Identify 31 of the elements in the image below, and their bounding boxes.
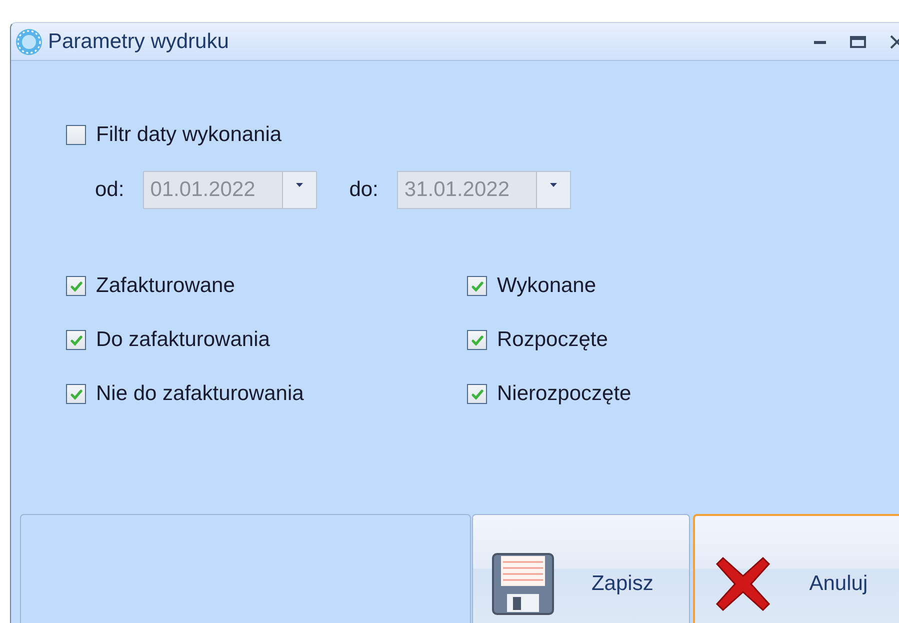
checkbox[interactable] <box>66 330 86 350</box>
checkmark-icon <box>470 280 484 292</box>
cancel-button[interactable]: Anuluj <box>693 514 899 623</box>
checkbox-label: Nierozpoczęte <box>497 382 632 406</box>
window-title: Parametry wydruku <box>48 30 230 54</box>
to-label: do: <box>349 178 378 202</box>
checkbox-label: Rozpoczęte <box>497 328 608 352</box>
checkbox[interactable] <box>66 384 86 404</box>
from-label: od: <box>95 178 124 202</box>
checkbox[interactable] <box>467 384 487 404</box>
caret-icon <box>296 183 304 187</box>
checkbox[interactable] <box>66 276 86 296</box>
maximize-icon[interactable] <box>850 36 866 48</box>
checkmark-icon <box>70 388 82 400</box>
caret-icon <box>550 183 558 187</box>
checkmark-icon <box>470 388 484 400</box>
checkbox[interactable] <box>467 276 487 296</box>
checkmark-icon <box>70 334 82 346</box>
save-button[interactable]: Zapisz <box>472 514 690 623</box>
checkmark-icon <box>70 280 82 292</box>
checkbox-label: Filtr daty wykonania <box>96 123 282 147</box>
app-icon <box>14 26 44 56</box>
checkbox[interactable] <box>467 330 487 350</box>
minimize-icon[interactable] <box>814 40 826 44</box>
date-value: 31.01.2022 <box>403 177 511 203</box>
checkbox-label: Zafakturowane <box>96 274 235 298</box>
checkbox-label: Nie do zafakturowania <box>96 382 304 406</box>
checkmark-icon <box>470 334 484 346</box>
date-value: 01.01.2022 <box>149 177 256 203</box>
checkbox-label: Wykonane <box>497 274 596 298</box>
checkbox-label: Do zafakturowania <box>96 328 270 352</box>
